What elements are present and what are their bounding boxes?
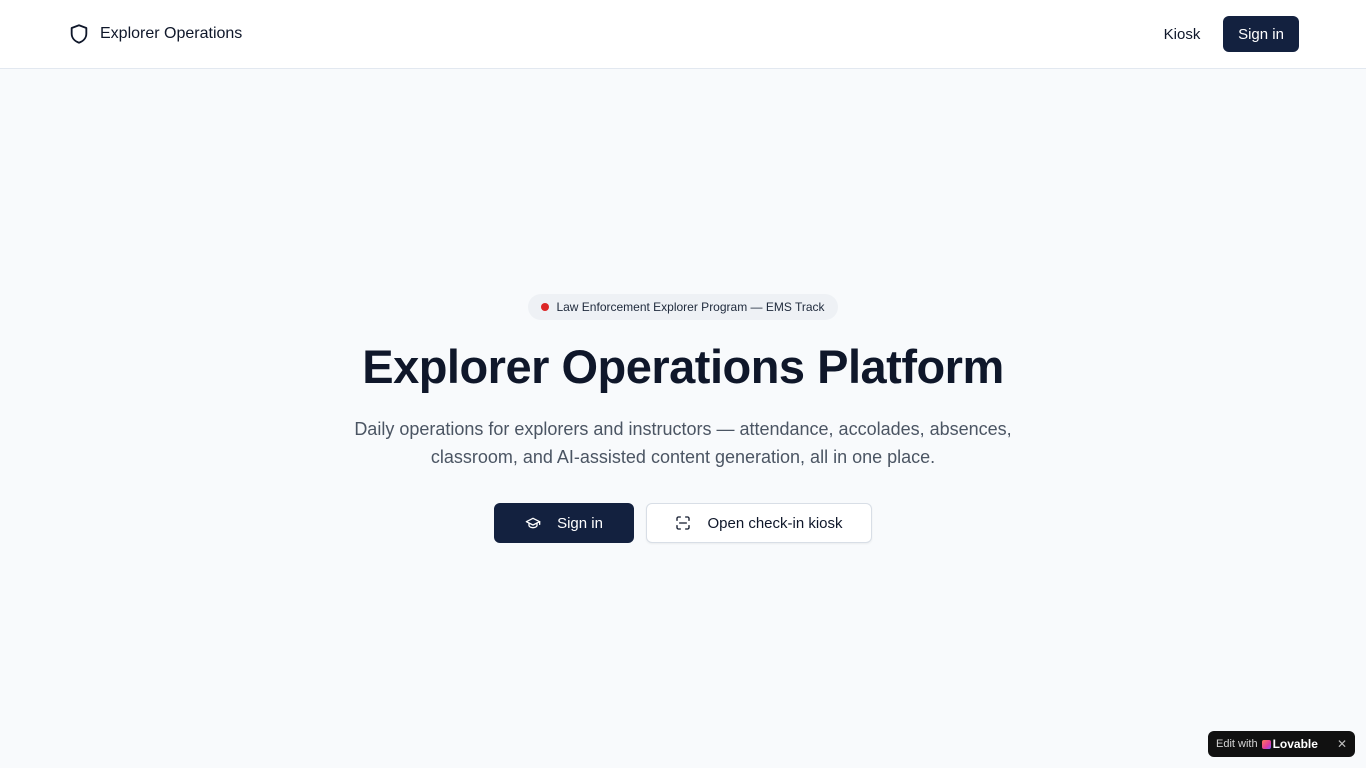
sign-in-button[interactable]: Sign in xyxy=(494,503,634,543)
hero-section: Law Enforcement Explorer Program — EMS T… xyxy=(0,69,1366,768)
scan-icon xyxy=(676,516,691,530)
page-title: Explorer Operations Platform xyxy=(362,340,1004,393)
nav-sign-in-button[interactable]: Sign in xyxy=(1223,16,1299,52)
lovable-logo: Lovable xyxy=(1261,737,1318,751)
brand-name: Explorer Operations xyxy=(100,25,243,42)
lovable-heart-icon xyxy=(1261,739,1271,749)
lovable-prefix: Edit with xyxy=(1216,738,1258,750)
open-kiosk-button-label: Open check-in kiosk xyxy=(707,514,843,532)
status-dot-icon xyxy=(541,303,550,311)
graduation-cap-icon xyxy=(525,517,541,529)
badge-text: Law Enforcement Explorer Program — EMS T… xyxy=(556,300,825,314)
close-icon[interactable]: ✕ xyxy=(1337,737,1347,751)
nav-kiosk-link[interactable]: Kiosk xyxy=(1152,16,1212,52)
open-kiosk-button[interactable]: Open check-in kiosk xyxy=(646,503,872,543)
brand[interactable]: Explorer Operations xyxy=(68,21,242,47)
hero-subtitle: Daily operations for explorers and instr… xyxy=(354,419,1012,467)
top-navbar: Explorer Operations Kiosk Sign in xyxy=(0,0,1366,69)
edit-with-lovable-badge[interactable]: Edit with Lovable ✕ xyxy=(1208,731,1355,757)
program-badge: Law Enforcement Explorer Program — EMS T… xyxy=(528,294,838,320)
shield-icon xyxy=(70,24,88,44)
sign-in-button-label: Sign in xyxy=(557,514,603,532)
lovable-brand: Lovable xyxy=(1272,737,1318,751)
